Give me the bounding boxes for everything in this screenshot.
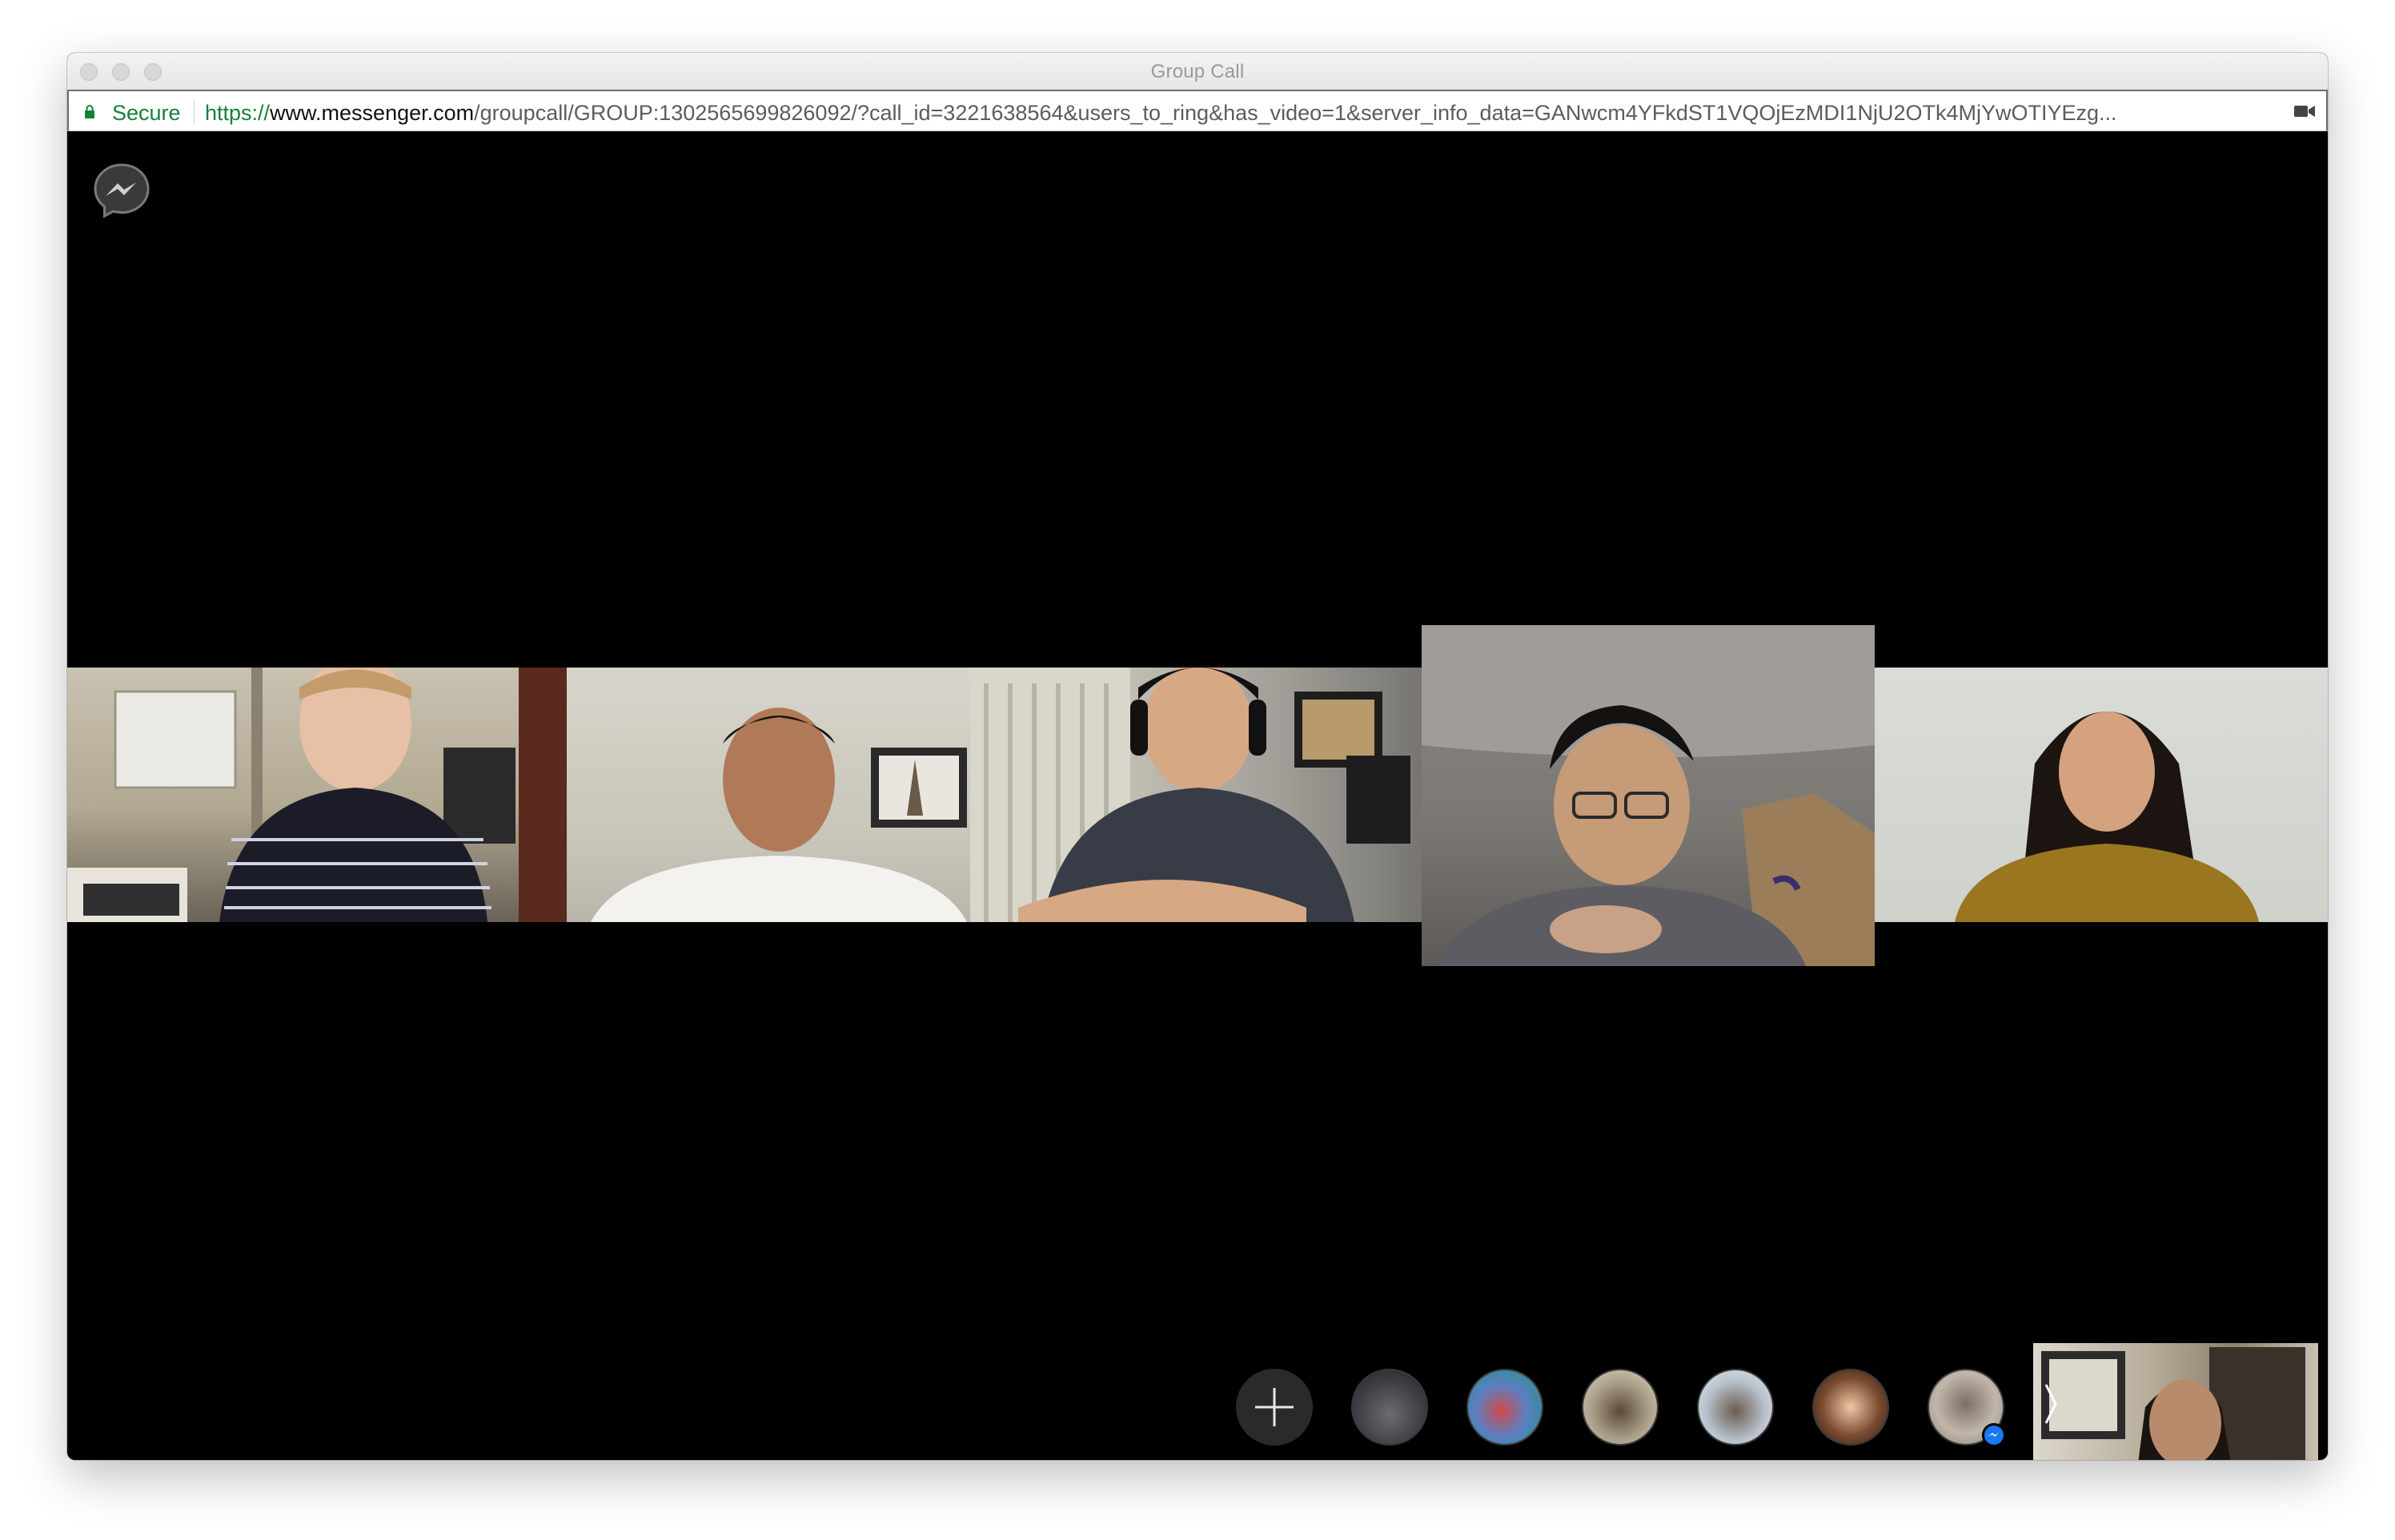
participant-1-frame	[67, 668, 516, 922]
participant-video-2[interactable]	[519, 668, 970, 922]
participant-video-1[interactable]	[67, 668, 519, 922]
url-path: /groupcall/GROUP:1302565699826092/?call_…	[474, 101, 2117, 125]
participant-5-frame	[1955, 712, 2259, 922]
ringing-avatar-5[interactable]	[1812, 1369, 1889, 1446]
url-host: www.messenger.com	[270, 101, 475, 125]
call-stage	[67, 131, 2328, 1460]
video-camera-icon[interactable]	[2294, 105, 2315, 118]
participant-video-3[interactable]	[970, 668, 1422, 922]
address-bar[interactable]: Secure https://www.messenger.com/groupca…	[67, 90, 2328, 131]
ringing-avatar-4[interactable]	[1697, 1369, 1774, 1446]
messenger-logo-icon	[94, 163, 150, 219]
participant-video-4[interactable]	[1422, 625, 1875, 966]
self-view-video[interactable]	[2033, 1343, 2318, 1460]
lock-icon	[85, 105, 94, 118]
self-view-frame	[2041, 1347, 2305, 1460]
ringing-avatar-1[interactable]	[1351, 1369, 1428, 1446]
url-text[interactable]: https://www.messenger.com/groupcall/GROU…	[205, 101, 2286, 126]
participant-3-frame	[970, 668, 1410, 922]
messenger-badge-icon	[1982, 1423, 2006, 1447]
browser-window: Group Call Secure https://www.messenger.…	[67, 53, 2328, 1460]
participant-video-5[interactable]	[1875, 668, 2328, 922]
participant-4-frame	[1422, 625, 1875, 966]
ringing-avatar-3[interactable]	[1582, 1369, 1659, 1446]
participant-2-frame	[519, 668, 967, 922]
url-scheme: https://	[205, 101, 271, 125]
add-participant-button[interactable]	[1236, 1369, 1313, 1446]
title-bar: Group Call	[67, 53, 2328, 90]
chevron-right-icon[interactable]	[2043, 1380, 2059, 1428]
plus-icon	[1255, 1388, 1294, 1426]
window-title: Group Call	[1150, 61, 1245, 82]
urlbar-divider	[194, 99, 195, 125]
messenger-bolt-icon	[1988, 1433, 1999, 1437]
ringing-avatar-2[interactable]	[1466, 1369, 1543, 1446]
secure-label[interactable]: Secure	[112, 101, 181, 126]
